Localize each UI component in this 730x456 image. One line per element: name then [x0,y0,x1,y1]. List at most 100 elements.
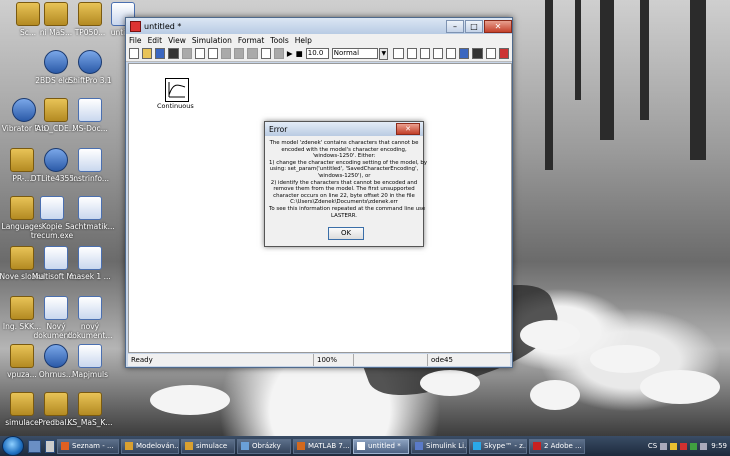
build-icon[interactable] [393,48,404,59]
message-line: C:\Users\Zdenek\Documents\zdenek.err [290,199,398,206]
redo-icon[interactable] [273,48,284,59]
taskbar-button[interactable]: simulace [181,438,235,454]
undo-icon[interactable] [260,48,271,59]
continuous-block[interactable] [165,78,189,102]
document-icon [78,196,102,220]
desktop-icon[interactable]: Sachtmatik... [62,196,118,231]
menu-edit[interactable]: Edit [148,36,163,45]
block-label: Continuous [157,102,194,110]
menu-view[interactable]: View [168,36,186,45]
menu-simulation[interactable]: Simulation [192,36,232,45]
stop-time-input[interactable]: 10.0 [305,48,329,59]
debug-icon[interactable] [472,48,483,59]
stop-icon[interactable]: ■ [296,49,303,58]
desktop-icon[interactable]: KS_MaS_K... [62,392,118,427]
document-icon [78,296,102,320]
taskbar: Seznam - ... Modelován... simulace Obráz… [0,436,730,456]
forward-icon[interactable] [234,48,245,59]
volume-icon[interactable] [700,442,708,450]
chevron-down-icon[interactable]: ▼ [379,47,389,60]
paste-icon[interactable] [207,48,219,59]
taskbar-button[interactable]: 2 Adobe ... [529,438,585,454]
maximize-button[interactable]: □ [465,19,483,33]
skype-icon [473,442,481,450]
quicklaunch-more-icon[interactable] [45,439,55,453]
taskbar-button[interactable]: Skype™ - z... [469,438,527,454]
desktop-icon[interactable]: Instrinfo... [62,148,118,183]
tray-icon[interactable] [660,442,668,450]
print-icon[interactable] [168,48,179,59]
taskbar-button[interactable]: Obrázky [237,438,291,454]
message-line: character occurs on line 22, byte offset… [273,192,415,199]
quicklaunch-icon[interactable] [28,439,41,453]
system-tray: CS 9:59 [648,442,730,450]
message-line: 1) change the character encoding setting… [269,159,428,166]
up-icon[interactable] [247,48,258,59]
desktop-icon[interactable]: MS-Doc... [62,98,118,133]
tree-trunk [575,0,581,100]
pictures-icon [241,442,249,450]
close-button[interactable]: ✕ [484,19,512,33]
tray-icon[interactable] [680,442,688,450]
explorer-icon[interactable] [432,48,444,59]
copy-icon[interactable] [194,48,205,59]
dialog-close-button[interactable]: ✕ [396,123,420,135]
snow-rock [590,345,660,373]
desktop-icon[interactable]: ShiftPro 3.1 [62,50,118,85]
save-icon[interactable] [155,48,166,59]
update-icon[interactable] [406,48,417,59]
monitor-icon[interactable] [485,48,496,59]
menu-help[interactable]: Help [295,36,312,45]
window-titlebar[interactable]: untitled * – □ ✕ [126,18,512,34]
status-text: Ready [128,354,314,366]
window-title: untitled * [144,21,182,31]
language-indicator[interactable]: CS [648,442,657,450]
menu-tools[interactable]: Tools [270,36,288,45]
firefox-icon [61,442,69,450]
clock[interactable]: 9:59 [711,442,727,450]
open-icon[interactable] [142,48,153,59]
snow-rock [420,370,480,396]
message-line: remove them from the model. The first un… [273,186,415,193]
new-icon[interactable] [129,48,140,59]
simulation-mode-select[interactable]: Normal [331,48,379,59]
document-icon [78,246,102,270]
taskbar-button[interactable]: MATLAB 7.... [293,438,351,454]
back-icon[interactable] [221,48,232,59]
zoom-level: 100% [314,354,354,366]
ok-button[interactable]: OK [328,227,364,240]
profile-icon[interactable] [498,48,509,59]
start-button[interactable] [2,436,24,456]
taskbar-button[interactable]: untitled * [353,438,409,454]
message-line: 'windows-1250'), or [317,172,371,179]
desktop-icon[interactable]: nový dokument... [62,296,118,340]
folder-icon [78,392,102,416]
folder-icon [185,442,193,450]
menu-file[interactable]: File [129,36,142,45]
message-line: LASTERR. [331,212,357,219]
dialog-titlebar[interactable]: Error ✕ [265,122,423,136]
minimize-button[interactable]: – [446,19,464,33]
folder-icon [125,442,133,450]
app-icon [78,50,102,74]
tray-icon[interactable] [670,442,678,450]
document-icon [78,148,102,172]
play-icon[interactable]: ▶ [287,49,293,58]
taskbar-button[interactable]: Seznam - ... [57,438,119,454]
desktop-icon[interactable]: Mapjmuls [62,344,118,379]
tray-icon[interactable] [690,442,698,450]
simulink-icon [357,442,365,450]
desktop-icon[interactable]: masek 1 ... [62,246,118,281]
browser-icon[interactable] [459,48,470,59]
snow-rock [530,380,580,410]
library-icon[interactable] [446,48,457,59]
document-icon [40,196,64,220]
cut-icon[interactable] [181,48,192,59]
menu-format[interactable]: Format [238,36,264,45]
taskbar-button[interactable]: Simulink Li... [411,438,467,454]
matlab-icon [297,442,305,450]
taskbar-button[interactable]: Modelován... [121,438,179,454]
message-line: encoded with the model's character encod… [281,146,407,153]
adobe-icon [533,442,541,450]
model-icon[interactable] [419,48,430,59]
